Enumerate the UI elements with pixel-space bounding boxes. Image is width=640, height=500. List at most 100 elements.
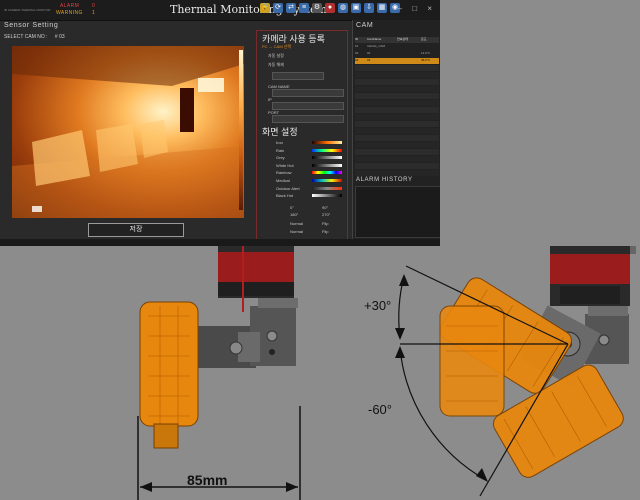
row-temp: 14.9°C bbox=[421, 51, 431, 55]
width-dimension-label: 85mm bbox=[187, 472, 228, 488]
list-icon[interactable]: ≡ bbox=[299, 3, 309, 13]
palette-option[interactable]: Rainbow bbox=[276, 170, 292, 175]
mechanical-drawing: 85mm +30° -60° bbox=[0, 246, 640, 500]
warning-label: WARNING bbox=[56, 10, 83, 16]
table-row-empty[interactable] bbox=[355, 93, 439, 99]
table-row-empty[interactable] bbox=[355, 86, 439, 92]
ip-input[interactable] bbox=[272, 102, 344, 110]
pc-cam-select[interactable]: PC ↔ CAM 선택 bbox=[262, 44, 291, 50]
header-id: ID bbox=[355, 37, 358, 41]
palette-swatch bbox=[312, 179, 342, 182]
row-status bbox=[397, 51, 421, 57]
window-controls[interactable]: – □ × bbox=[398, 4, 436, 13]
row-id: 03 bbox=[355, 58, 359, 62]
sensor-setting-heading: Sensor Setting bbox=[4, 22, 59, 29]
cam-number[interactable]: # 03 bbox=[55, 34, 65, 40]
brand-label: IR CAMERA THERMAL MONITOR bbox=[4, 8, 51, 12]
row-id: 01 bbox=[355, 44, 359, 48]
palette-swatch bbox=[312, 156, 342, 160]
select-cam-text: SELECT CAM NO : bbox=[4, 34, 48, 40]
flip-option-2[interactable]: Flip bbox=[322, 229, 328, 234]
palette-swatch bbox=[312, 186, 342, 190]
table-row-empty[interactable] bbox=[355, 121, 439, 127]
angle-0-option[interactable]: 0° bbox=[290, 205, 294, 210]
header-temp: 온도 bbox=[421, 37, 427, 41]
select-cam-label: SELECT CAM NO : # 03 bbox=[4, 34, 65, 40]
row-temp: 38.0°C bbox=[421, 58, 431, 62]
settings-icon[interactable]: ⚙ bbox=[312, 3, 322, 13]
cam-name-input[interactable] bbox=[272, 89, 344, 97]
table-row-empty[interactable] bbox=[355, 156, 439, 162]
alarm-history-heading: ALARM HISTORY bbox=[356, 177, 413, 183]
left-camera-housing bbox=[139, 301, 199, 449]
angle-180-option[interactable]: 180° bbox=[290, 212, 298, 217]
row-camname: 03 bbox=[367, 58, 371, 62]
status-bar bbox=[0, 239, 440, 246]
row-id: 02 bbox=[355, 51, 359, 55]
warning-count: 1 bbox=[92, 10, 96, 16]
table-row-empty[interactable] bbox=[355, 128, 439, 134]
device-input[interactable] bbox=[272, 72, 324, 80]
palette-option[interactable]: Grey bbox=[276, 155, 285, 160]
palette-option[interactable]: Outdoor Alert bbox=[276, 186, 300, 191]
palette-option[interactable]: Rain bbox=[276, 148, 284, 153]
auto-release-label: 자동 해제 bbox=[268, 62, 284, 67]
port-input[interactable] bbox=[272, 115, 344, 123]
angle-down-label: -60° bbox=[368, 402, 392, 417]
screen-setting-title: 화면 설정 bbox=[262, 127, 298, 137]
thermal-image bbox=[12, 46, 244, 218]
temperature-scale bbox=[239, 50, 243, 210]
table-row-empty[interactable] bbox=[355, 114, 439, 120]
right-camera-mid bbox=[439, 305, 505, 417]
auto-set-label: 자동 설정 bbox=[268, 53, 284, 58]
cam-panel: CAM ID CamName 연속상태 온도 01 Vehicle_CAM 02… bbox=[352, 20, 440, 240]
flip-option-1[interactable]: Flip bbox=[322, 221, 328, 226]
row-status bbox=[397, 58, 421, 64]
refresh-icon[interactable]: ⟳ bbox=[273, 3, 283, 13]
palette-option[interactable]: Black Hot bbox=[276, 193, 293, 198]
right-servo bbox=[550, 246, 636, 306]
lock-icon[interactable]: 🔒 bbox=[260, 3, 270, 13]
row-camname: Vehicle_CAM bbox=[367, 44, 386, 48]
row-status bbox=[397, 44, 421, 50]
table-row-empty[interactable] bbox=[355, 135, 439, 141]
table-row[interactable]: 02 02 14.9°C bbox=[355, 51, 439, 57]
palette-swatch bbox=[312, 148, 342, 152]
palette-option[interactable]: Medical bbox=[276, 178, 290, 183]
table-row-empty[interactable] bbox=[355, 142, 439, 148]
alarm-history-list[interactable] bbox=[355, 186, 440, 238]
globe-icon[interactable]: ◍ bbox=[338, 3, 348, 13]
row-temp bbox=[421, 44, 437, 50]
grid-icon[interactable]: ▦ bbox=[377, 3, 387, 13]
title-bar: IR CAMERA THERMAL MONITOR ALARM 0 WARNIN… bbox=[0, 0, 440, 21]
angle-270-option[interactable]: 270° bbox=[322, 212, 330, 217]
normal-option[interactable]: Normal bbox=[290, 221, 303, 226]
angle-up-label: +30° bbox=[364, 298, 392, 313]
table-row-empty[interactable] bbox=[355, 149, 439, 155]
thermal-monitoring-app: IR CAMERA THERMAL MONITOR ALARM 0 WARNIN… bbox=[0, 0, 440, 246]
table-row-empty[interactable] bbox=[355, 65, 439, 71]
angle-90-option[interactable]: 90° bbox=[322, 205, 328, 210]
table-row[interactable]: 01 Vehicle_CAM bbox=[355, 44, 439, 50]
palette-option[interactable]: White Hot bbox=[276, 163, 294, 168]
save-button[interactable]: 저장 bbox=[88, 223, 184, 237]
header-status: 연속상태 bbox=[397, 37, 409, 41]
toolbar-icons: 🔒 ⟳ ⇄ ≡ ⚙ ● ◍ ▣ ⇩ ▦ ◉ bbox=[260, 3, 400, 13]
save-icon[interactable]: ▣ bbox=[351, 3, 361, 13]
table-row-empty[interactable] bbox=[355, 79, 439, 85]
record-icon[interactable]: ● bbox=[325, 3, 335, 13]
table-row-empty[interactable] bbox=[355, 170, 439, 176]
cam-heading: CAM bbox=[356, 22, 374, 29]
table-row-selected[interactable]: 03 03 38.0°C bbox=[355, 58, 439, 64]
table-row-empty[interactable] bbox=[355, 107, 439, 113]
palette-swatch bbox=[312, 194, 342, 198]
export-icon[interactable]: ⇩ bbox=[364, 3, 374, 13]
palette-swatch bbox=[312, 141, 342, 144]
alarm-label: ALARM bbox=[60, 3, 80, 9]
table-row-empty[interactable] bbox=[355, 100, 439, 106]
normal-option-2[interactable]: Normal bbox=[290, 229, 303, 234]
sync-icon[interactable]: ⇄ bbox=[286, 3, 296, 13]
table-row-empty[interactable] bbox=[355, 163, 439, 169]
palette-option[interactable]: Iron bbox=[276, 140, 283, 145]
table-row-empty[interactable] bbox=[355, 72, 439, 78]
